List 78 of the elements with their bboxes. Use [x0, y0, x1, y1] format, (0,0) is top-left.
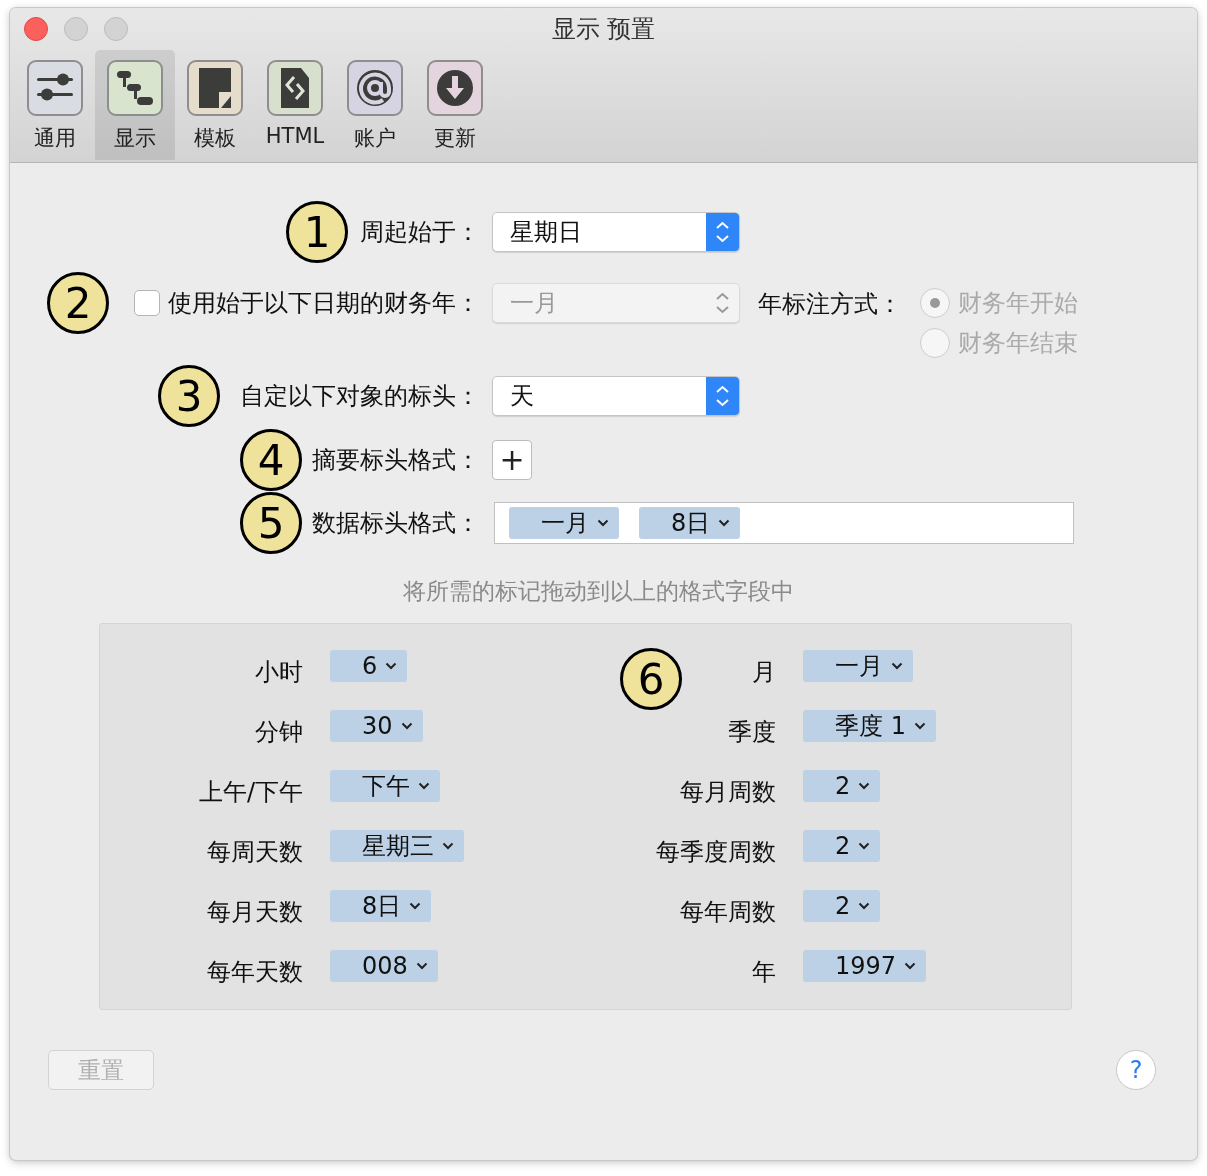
format-token[interactable]: 6 — [330, 650, 408, 682]
chevron-down-icon — [913, 722, 926, 730]
toolbar-tab[interactable]: 模板 — [175, 50, 255, 160]
format-token[interactable]: 星期三 — [330, 830, 464, 862]
token-label: 每季度周数 — [656, 837, 776, 868]
help-button[interactable]: ? — [1116, 1050, 1156, 1090]
field-label: 年标注方式： — [758, 289, 902, 320]
format-field[interactable]: 一月 8日 — [494, 502, 1074, 544]
hint-text: 将所需的标记拖动到以上的格式字段中 — [402, 577, 795, 606]
at-sign-icon — [347, 60, 403, 116]
close-button[interactable] — [24, 17, 48, 41]
checkbox-label: 使用始于以下日期的财务年： — [168, 288, 480, 319]
callout-number: 5 — [240, 492, 302, 554]
radio-label: 财务年结束 — [958, 328, 1078, 359]
token-label: 上午/下午 — [198, 777, 303, 808]
popup-button[interactable]: 天 — [492, 376, 740, 416]
toolbar-tab[interactable]: 更新 — [415, 50, 495, 160]
chevron-down-icon — [858, 842, 871, 850]
toolbar-tab[interactable]: 显示 — [95, 50, 175, 160]
callout-number: 4 — [240, 429, 302, 491]
format-token[interactable]: 季度 1 — [803, 710, 936, 742]
field-label: 数据标头格式： — [312, 508, 480, 539]
format-token[interactable]: 1997 — [803, 950, 927, 982]
field-label: 摘要标头格式： — [312, 445, 480, 476]
format-token[interactable]: 8日 — [330, 890, 432, 922]
add-button[interactable]: + — [492, 440, 532, 480]
format-token[interactable]: 下午 — [330, 770, 440, 802]
chevron-down-icon — [409, 902, 422, 910]
stepper-icon — [706, 213, 739, 251]
token-label: 分钟 — [255, 717, 303, 748]
chevron-down-icon — [858, 782, 871, 790]
format-token[interactable]: 一月 — [803, 650, 913, 682]
chevron-down-icon — [891, 662, 903, 670]
toolbar-tab[interactable]: HTML — [255, 50, 335, 160]
callout-number: 6 — [620, 648, 682, 710]
radio-label: 财务年开始 — [958, 288, 1078, 319]
format-token[interactable]: 2 — [803, 770, 881, 802]
token-label: 年 — [752, 957, 776, 988]
stepper-icon — [706, 377, 739, 415]
token-label: 每年周数 — [680, 897, 776, 928]
toolbar-tab[interactable]: 通用 — [15, 50, 95, 160]
token-label: 月 — [752, 657, 776, 688]
token-label: 每月周数 — [680, 777, 776, 808]
minimize-button[interactable] — [64, 17, 88, 41]
chevron-down-icon — [718, 519, 731, 527]
chevron-down-icon — [415, 962, 428, 970]
download-icon — [427, 60, 483, 116]
callout-number: 1 — [286, 201, 348, 263]
steps-icon — [107, 60, 163, 116]
callout-number: 2 — [47, 272, 109, 334]
token-label: 每周天数 — [207, 837, 303, 868]
callout-number: 3 — [158, 365, 220, 427]
zoom-button[interactable] — [104, 17, 128, 41]
chevron-down-icon — [442, 842, 454, 850]
field-label: 自定以下对象的标头： — [240, 381, 480, 412]
chevron-down-icon — [418, 782, 430, 790]
token-label: 季度 — [728, 717, 776, 748]
format-token[interactable]: 2 — [803, 890, 881, 922]
popup-button[interactable]: 星期日 — [492, 212, 740, 252]
chevron-down-icon — [385, 662, 398, 670]
window-title: 显示 预置 — [551, 14, 656, 45]
format-token[interactable]: 008 — [330, 950, 438, 982]
chevron-down-icon — [400, 722, 413, 730]
token-label: 每月天数 — [207, 897, 303, 928]
toolbar-tab[interactable]: 账户 — [335, 50, 415, 160]
code-file-icon — [267, 60, 323, 116]
chevron-down-icon — [904, 962, 917, 970]
format-token[interactable]: 30 — [330, 710, 423, 742]
format-token[interactable]: 2 — [803, 830, 881, 862]
format-token[interactable]: 8日 — [639, 507, 741, 539]
token-label: 每年天数 — [207, 957, 303, 988]
field-label: 周起始于： — [360, 217, 480, 248]
token-label: 小时 — [255, 657, 303, 688]
format-token[interactable]: 一月 — [509, 507, 619, 539]
chevron-down-icon — [858, 902, 871, 910]
chevron-down-icon — [597, 519, 609, 527]
document-icon — [187, 60, 243, 116]
sliders-icon — [27, 60, 83, 116]
